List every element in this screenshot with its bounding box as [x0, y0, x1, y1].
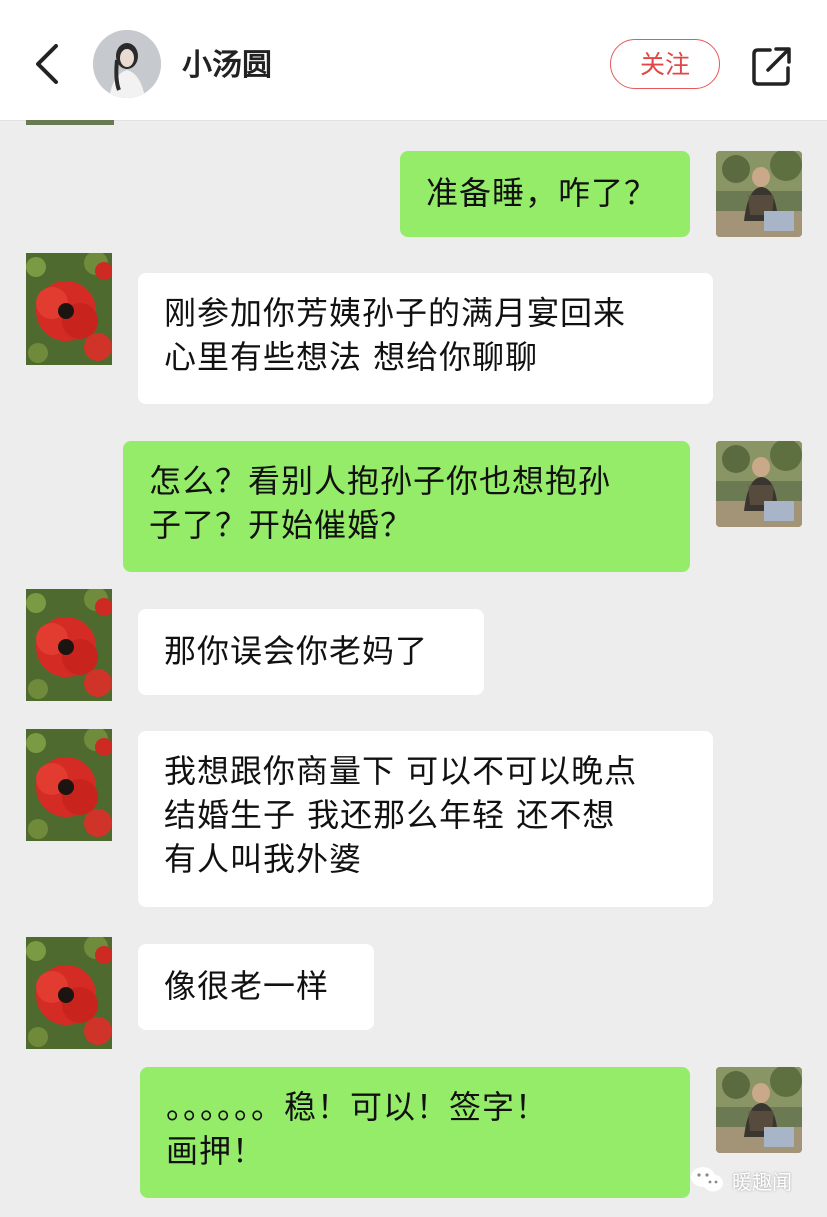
- message-line: 准备睡，咋了？: [426, 174, 658, 212]
- message-line: 有人叫我外婆: [164, 840, 363, 878]
- incoming-message[interactable]: 像很老一样: [138, 944, 374, 1030]
- message-line: 画押！: [166, 1132, 266, 1170]
- poppy-flower-avatar: [26, 589, 112, 701]
- chat-screen: 小汤圆 关注 准备睡，咋了？ 刚参加你芳姨孙子的满月宴回来 心里有些想法 想给你…: [0, 0, 827, 1217]
- contact-message-avatar[interactable]: [26, 937, 112, 1049]
- message-line: 。。。。。。稳！可以！签字！: [166, 1088, 549, 1126]
- contact-name: 小汤圆: [182, 48, 272, 83]
- contact-avatar-image: [93, 30, 161, 98]
- my-avatar[interactable]: [716, 151, 802, 237]
- wechat-icon: [691, 1167, 723, 1192]
- outgoing-message[interactable]: 准备睡，咋了？: [400, 151, 690, 237]
- watermark: 暖趣闻: [690, 1162, 792, 1198]
- my-avatar[interactable]: [716, 441, 802, 527]
- poppy-flower-avatar: [26, 729, 112, 841]
- contact-avatar[interactable]: [93, 30, 161, 98]
- incoming-message[interactable]: 那你误会你老妈了: [138, 609, 484, 695]
- message-line: 像很老一样: [164, 967, 330, 1005]
- incoming-message[interactable]: 我想跟你商量下 可以不可以晚点 结婚生子 我还那么年轻 还不想 有人叫我外婆: [138, 731, 713, 907]
- outgoing-message[interactable]: 。。。。。。稳！可以！签字！ 画押！: [140, 1067, 690, 1198]
- back-button[interactable]: [30, 42, 66, 86]
- previous-avatar-fragment: [26, 120, 114, 125]
- share-icon: [752, 47, 791, 86]
- message-line: 那你误会你老妈了: [164, 632, 429, 670]
- incoming-message[interactable]: 刚参加你芳姨孙子的满月宴回来 心里有些想法 想给你聊聊: [138, 273, 713, 404]
- poppy-flower-avatar: [26, 937, 112, 1049]
- my-avatar[interactable]: [716, 1067, 802, 1153]
- message-line: 怎么？看别人抱孙子你也想抱孙: [149, 462, 612, 500]
- message-line: 结婚生子 我还那么年轻 还不想: [164, 796, 616, 834]
- message-line: 我想跟你商量下 可以不可以晚点: [164, 752, 638, 790]
- contact-message-avatar[interactable]: [26, 253, 112, 365]
- share-button[interactable]: [750, 44, 794, 88]
- chat-header: 小汤圆 关注: [0, 0, 827, 121]
- message-line: 心里有些想法 想给你聊聊: [164, 338, 539, 376]
- message-line: 子了？开始催婚？: [149, 506, 414, 544]
- follow-button[interactable]: 关注: [610, 39, 720, 89]
- my-avatar-image: [716, 441, 802, 527]
- poppy-flower-avatar: [26, 253, 112, 365]
- watermark-text: 暖趣闻: [732, 1169, 792, 1194]
- contact-message-avatar[interactable]: [26, 729, 112, 841]
- contact-message-avatar[interactable]: [26, 589, 112, 701]
- chevron-left-icon: [36, 44, 58, 84]
- outgoing-message[interactable]: 怎么？看别人抱孙子你也想抱孙 子了？开始催婚？: [123, 441, 690, 572]
- message-line: 刚参加你芳姨孙子的满月宴回来: [164, 294, 627, 332]
- my-avatar-image: [716, 151, 802, 237]
- my-avatar-image: [716, 1067, 802, 1153]
